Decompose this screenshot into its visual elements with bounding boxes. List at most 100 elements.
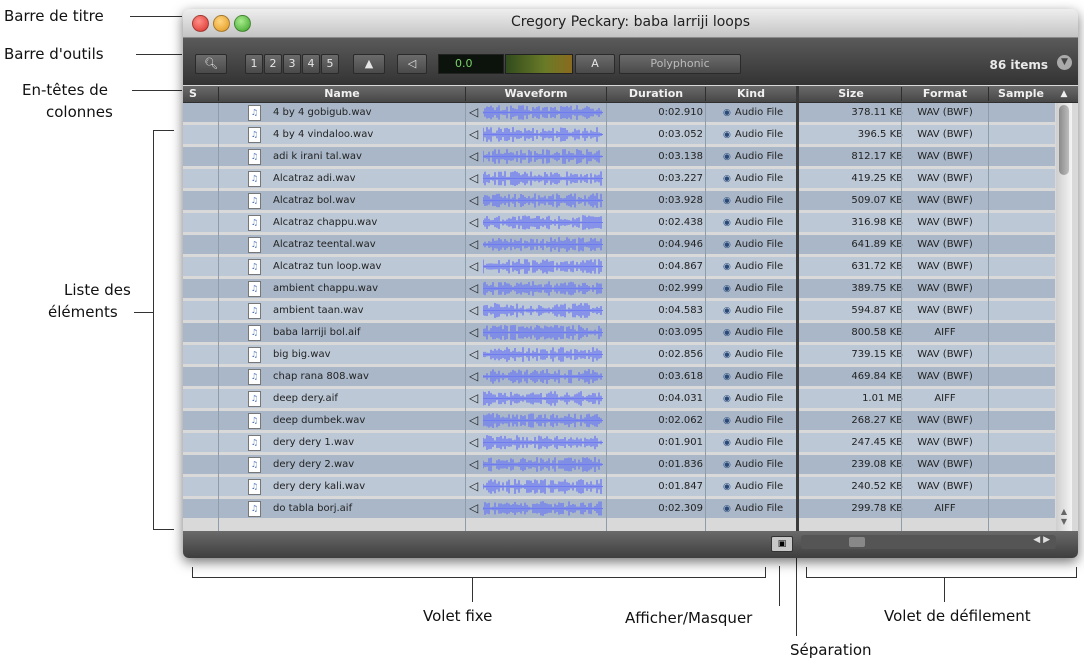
kind-icon: ◉: [723, 218, 731, 228]
view-preset-2-button[interactable]: 2: [264, 54, 282, 74]
list-item[interactable]: ♫ ambient taan.wav ◁ 0:04.583 ◉ Audio File 594…: [183, 301, 1055, 320]
audio-file-icon: ♫: [248, 149, 261, 165]
polyphonic-button[interactable]: Polyphonic: [619, 54, 741, 74]
audition-speaker-icon[interactable]: ◁: [469, 257, 478, 276]
list-item[interactable]: ♫ Alcatraz adi.wav ◁ 0:03.227 ◉ Audio File 419…: [183, 169, 1055, 188]
item-kind: ◉ Audio File: [723, 235, 813, 254]
sort-ascending-icon[interactable]: ▲: [1055, 86, 1073, 102]
item-size: 631.72 KB: [851, 261, 903, 272]
vertical-scroll-thumb[interactable]: [1059, 105, 1069, 175]
list-item[interactable]: ♫ do tabla borj.aif ◁ 0:02.309 ◉ Audio File 29…: [183, 499, 1055, 518]
list-item[interactable]: ♫ deep dumbek.wav ◁ 0:02.062 ◉ Audio File 268.…: [183, 411, 1055, 430]
list-item[interactable]: ♫ Alcatraz tun loop.wav ◁ 0:04.867 ◉ Audio Fi…: [183, 257, 1055, 276]
item-list[interactable]: ♫ 4 by 4 gobigub.wav ◁ 0:02.910 ◉ Audio File 3…: [183, 103, 1055, 531]
list-item[interactable]: ♫ deep dery.aif ◁ 0:04.031 ◉ Audio File 1.01 M…: [183, 389, 1055, 408]
audition-speaker-icon[interactable]: ◁: [469, 389, 478, 408]
item-name: Alcatraz chappu.wav: [273, 217, 378, 228]
list-item[interactable]: ♫ dery dery 1.wav ◁ 0:01.901 ◉ Audio File 247.…: [183, 433, 1055, 452]
ab-select[interactable]: A: [575, 54, 615, 74]
waveform-thumbnail: [483, 127, 603, 142]
column-header-sample[interactable]: Sample: [989, 86, 1053, 102]
audition-speaker-icon[interactable]: ◁: [469, 345, 478, 364]
item-size: 419.25 KB: [851, 173, 903, 184]
audition-speaker-icon[interactable]: ◁: [469, 213, 478, 232]
audio-file-icon: ♫: [248, 171, 261, 187]
item-duration: 0:02.910: [658, 107, 703, 118]
item-name: ambient chappu.wav: [273, 283, 378, 294]
item-kind-label: Audio File: [734, 393, 784, 404]
audition-speaker-icon[interactable]: ◁: [469, 455, 478, 474]
list-item[interactable]: ♫ chap rana 808.wav ◁ 0:03.618 ◉ Audio File 46…: [183, 367, 1055, 386]
audition-speaker-icon[interactable]: ◁: [469, 301, 478, 320]
audition-speaker-icon[interactable]: ◁: [469, 367, 478, 386]
kind-icon: ◉: [723, 372, 731, 382]
audition-speaker-icon[interactable]: ◁: [469, 323, 478, 342]
audition-button[interactable]: ◁: [397, 54, 427, 74]
items-count: 86 items: [989, 58, 1048, 72]
audition-speaker-icon[interactable]: ◁: [469, 147, 478, 166]
ab-select-label: A: [591, 57, 599, 70]
waveform-thumbnail: [483, 501, 603, 516]
item-duration: 0:02.438: [658, 217, 703, 228]
audition-speaker-icon[interactable]: ◁: [469, 499, 478, 518]
view-preset-1-button[interactable]: 1: [245, 54, 263, 74]
column-header-size[interactable]: Size: [801, 86, 901, 102]
horizontal-scroll-thumb[interactable]: [849, 537, 865, 547]
column-header-waveform[interactable]: Waveform: [466, 86, 606, 102]
items-menu-button[interactable]: ▼: [1057, 55, 1072, 70]
list-item[interactable]: ♫ dery dery 2.wav ◁ 0:01.836 ◉ Audio File 239.…: [183, 455, 1055, 474]
audition-speaker-icon[interactable]: ◁: [469, 477, 478, 496]
horizontal-scroll-arrows[interactable]: ◀ ▶: [1033, 535, 1050, 545]
list-item[interactable]: ♫ dery dery kali.wav ◁ 0:01.847 ◉ Audio File 2…: [183, 477, 1055, 496]
column-header-kind[interactable]: Kind: [706, 86, 796, 102]
audition-speaker-icon[interactable]: ◁: [469, 279, 478, 298]
item-format: WAV (BWF): [917, 261, 973, 272]
search-button[interactable]: 🔍︎: [195, 54, 227, 74]
view-preset-3-button[interactable]: 3: [283, 54, 301, 74]
list-item[interactable]: ♫ Alcatraz chappu.wav ◁ 0:02.438 ◉ Audio File…: [183, 213, 1055, 232]
item-duration: 0:02.856: [658, 349, 703, 360]
parent-folder-button[interactable]: ▲: [353, 54, 385, 74]
kind-icon: ◉: [723, 306, 731, 316]
title-bar[interactable]: Cregory Peckary: baba larriji loops: [183, 9, 1078, 38]
list-item[interactable]: ♫ baba larriji bol.aif ◁ 0:03.095 ◉ Audio Fil…: [183, 323, 1055, 342]
view-preset-5-button[interactable]: 5: [321, 54, 339, 74]
item-duration: 0:04.867: [658, 261, 703, 272]
item-kind-label: Audio File: [734, 283, 784, 294]
column-header-duration[interactable]: Duration: [607, 86, 705, 102]
column-header-status[interactable]: S: [187, 86, 199, 102]
list-item[interactable]: ♫ big big.wav ◁ 0:02.856 ◉ Audio File 739.15 K…: [183, 345, 1055, 364]
list-item[interactable]: ♫ Alcatraz teental.wav ◁ 0:04.946 ◉ Audio Fil…: [183, 235, 1055, 254]
annotation-titlebar-line: [130, 16, 182, 17]
audio-file-icon: ♫: [248, 501, 261, 517]
audition-speaker-icon[interactable]: ◁: [469, 191, 478, 210]
item-kind-label: Audio File: [734, 349, 784, 360]
view-preset-4-button[interactable]: 4: [302, 54, 320, 74]
vertical-scrollbar[interactable]: ▲ ▼: [1056, 103, 1072, 531]
audition-speaker-icon[interactable]: ◁: [469, 103, 478, 122]
item-size: 396.5 KB: [857, 129, 903, 140]
audition-speaker-icon[interactable]: ◁: [469, 125, 478, 144]
audition-speaker-icon[interactable]: ◁: [469, 169, 478, 188]
window-title: Cregory Peckary: baba larriji loops: [510, 14, 751, 30]
item-duration: 0:03.138: [658, 151, 703, 162]
show-hide-toggle-button[interactable]: ▣: [771, 536, 793, 552]
list-item[interactable]: ♫ Alcatraz bol.wav ◁ 0:03.928 ◉ Audio File 509…: [183, 191, 1055, 210]
list-item[interactable]: ♫ 4 by 4 gobigub.wav ◁ 0:02.910 ◉ Audio File 3…: [183, 103, 1055, 122]
horizontal-scrollbar[interactable]: [801, 535, 1056, 549]
audition-speaker-icon[interactable]: ◁: [469, 235, 478, 254]
audition-speaker-icon[interactable]: ◁: [469, 411, 478, 430]
item-format: WAV (BWF): [917, 283, 973, 294]
list-item[interactable]: ♫ ambient chappu.wav ◁ 0:02.999 ◉ Audio File 3…: [183, 279, 1055, 298]
item-name: Alcatraz adi.wav: [273, 173, 356, 184]
column-header-name[interactable]: Name: [219, 86, 465, 102]
column-header-format[interactable]: Format: [902, 86, 988, 102]
list-item[interactable]: ♫ adi k irani tal.wav ◁ 0:03.138 ◉ Audio File…: [183, 147, 1055, 166]
item-format: AIFF: [934, 327, 956, 338]
pane-separator[interactable]: [796, 86, 799, 552]
vertical-scroll-arrows[interactable]: ▲ ▼: [1058, 507, 1070, 527]
audition-speaker-icon[interactable]: ◁: [469, 433, 478, 452]
list-item[interactable]: ♫ 4 by 4 vindaloo.wav ◁ 0:03.052 ◉ Audio File…: [183, 125, 1055, 144]
panes-toggle-icon: ▣: [777, 539, 787, 549]
waveform-thumbnail: [483, 259, 603, 274]
